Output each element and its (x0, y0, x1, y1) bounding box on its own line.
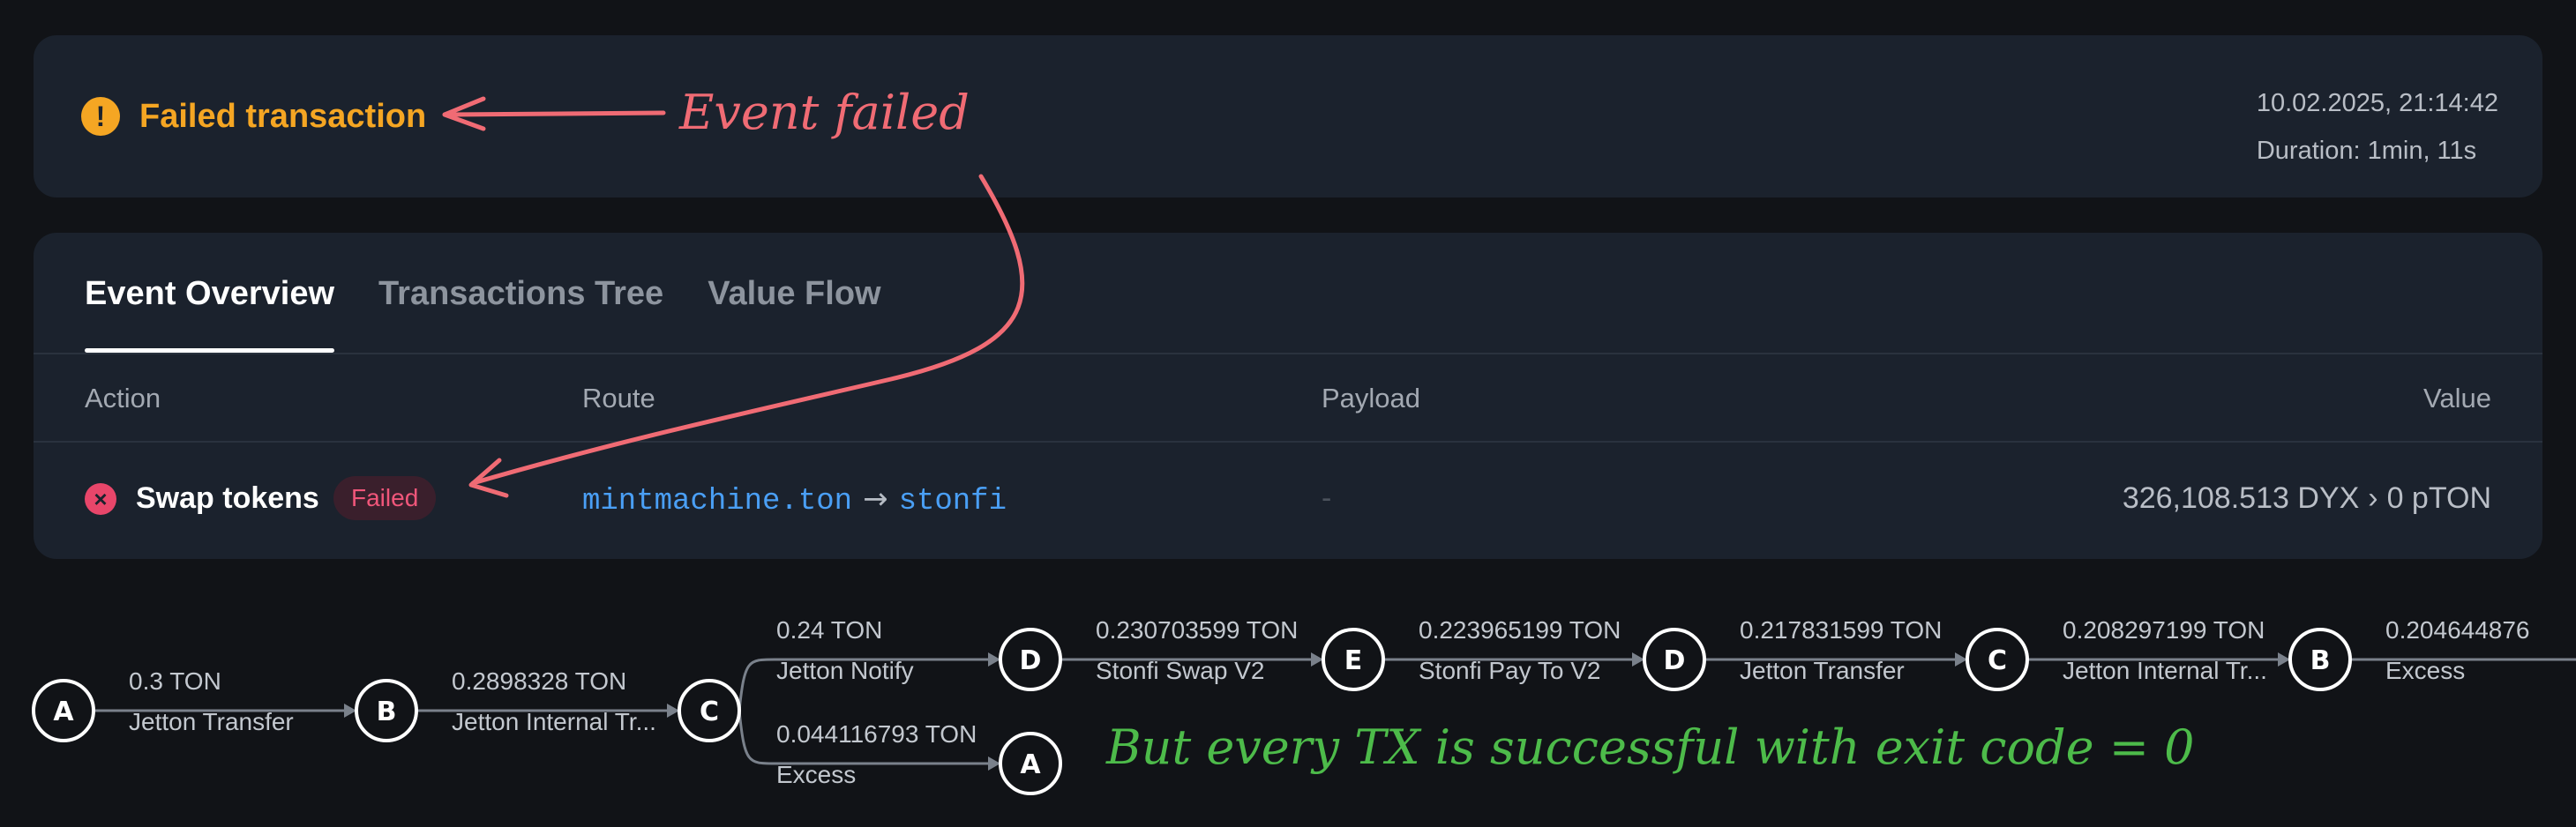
route-to-link[interactable]: stonfi (899, 485, 1007, 518)
x-circle-icon: × (85, 483, 116, 515)
tab-bar: Event Overview Transactions Tree Value F… (85, 233, 925, 353)
edge-op: Excess (776, 761, 856, 788)
flow-edge-arrowhead (1632, 652, 1644, 667)
column-header-value: Value (2423, 383, 2491, 414)
edge-amount: 0.217831599 TON (1740, 616, 1942, 644)
table-row[interactable]: × Swap tokens Failed mintmachine.ton → sto… (34, 441, 2542, 559)
edge-amount: 0.24 TON (776, 616, 882, 644)
edge-amount: 0.208297199 TON (2063, 616, 2265, 644)
edge-amount: 0.230703599 TON (1096, 616, 1298, 644)
flow-edge-arrowhead (988, 652, 1000, 667)
edge-op: Jetton Internal Tr... (452, 708, 656, 735)
column-header-payload: Payload (1322, 383, 1421, 414)
flow-node-label: B (2310, 645, 2331, 676)
edge-amount: 0.204644876 (2385, 616, 2530, 644)
edge-op: Jetton Internal Tr... (2063, 657, 2267, 684)
status-card: ! Failed transaction 10.02.2025, 21:14:4… (34, 35, 2542, 197)
event-datetime: 10.02.2025, 21:14:42 (2256, 89, 2498, 117)
route: mintmachine.ton → stonfi (582, 481, 1007, 518)
edge-amount: 0.223965199 TON (1419, 616, 1621, 644)
tab-value-flow[interactable]: Value Flow (708, 233, 880, 353)
edge-amount: 0.2898328 TON (452, 667, 626, 695)
flow-edge-arrowhead (988, 756, 1000, 771)
status-header: ! Failed transaction (81, 35, 426, 197)
action-label: Swap tokens (136, 481, 319, 515)
annotation-success-note: But every TX is successful with exit cod… (1106, 719, 2195, 775)
arrow-right-icon: → (863, 481, 888, 517)
value-flow-diagram: 0.3 TON Jetton Transfer 0.2898328 TON Jetto… (32, 616, 2576, 795)
edge-op: Stonfi Pay To V2 (1419, 657, 1601, 684)
edge-amount: 0.044116793 TON (776, 720, 977, 748)
tab-transactions-tree[interactable]: Transactions Tree (378, 233, 663, 353)
column-header-action: Action (85, 383, 161, 414)
payload-value: - (1322, 481, 1332, 515)
flow-edge-arrowhead (344, 704, 356, 718)
chevron-right-icon: › (2368, 481, 2378, 515)
tab-event-overview[interactable]: Event Overview (85, 233, 335, 353)
edge-op: Excess (2385, 657, 2465, 684)
edge-op: Stonfi Swap V2 (1096, 657, 1264, 684)
event-duration: Duration: 1min, 11s (2256, 137, 2477, 165)
tabs-divider (34, 353, 2542, 354)
flow-edge-arrowhead (1311, 652, 1323, 667)
flow-edge-arrowhead (667, 704, 679, 718)
flow-edge-arrowhead (2278, 652, 2290, 667)
flow-node-label: C (1988, 645, 2007, 676)
edge-op: Jetton Notify (776, 657, 914, 684)
value-in: 326,108.513 DYX (2122, 481, 2360, 515)
value-cell: 326,108.513 DYX › 0 pTON (2123, 481, 2491, 516)
flow-node-label: C (700, 697, 719, 727)
event-card: Event Overview Transactions Tree Value F… (34, 233, 2542, 559)
value-out: 0 pTON (2386, 481, 2491, 515)
edge-op: Jetton Transfer (1740, 657, 1905, 684)
status-meta: 10.02.2025, 21:14:42 Duration: 1min, 11s (2257, 79, 2498, 175)
column-header-route: Route (582, 383, 655, 414)
flow-node-label: E (1344, 645, 1363, 676)
route-from-link[interactable]: mintmachine.ton (582, 485, 852, 518)
flow-node-label: A (1020, 749, 1041, 780)
edge-op: Jetton Transfer (129, 708, 294, 735)
flow-node-label: D (1664, 645, 1686, 676)
flow-node-label: A (53, 697, 74, 727)
annotation-event-failed: Event failed (679, 85, 970, 140)
warning-icon: ! (81, 97, 120, 136)
status-badge: Failed (333, 476, 437, 520)
flow-node-label: B (377, 697, 397, 727)
flow-edge-arrowhead (1955, 652, 1967, 667)
flow-node-label: D (1020, 645, 1042, 676)
edge-amount: 0.3 TON (129, 667, 221, 695)
status-label: Failed transaction (139, 97, 427, 135)
